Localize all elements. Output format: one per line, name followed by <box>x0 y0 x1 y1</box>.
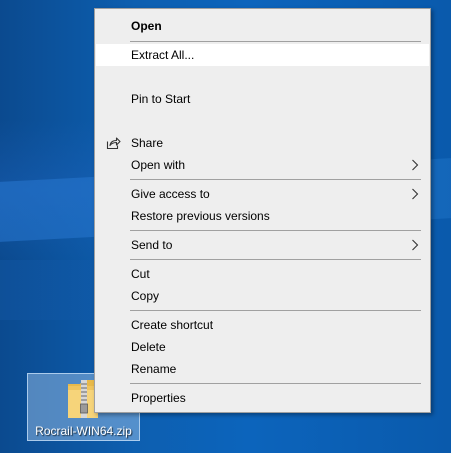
menu-item-label: Send to <box>131 238 173 252</box>
menu-item-properties[interactable]: Properties <box>96 387 429 409</box>
menu-item-give-access-to[interactable]: Give access to <box>96 183 429 205</box>
menu-item-open[interactable]: Open <box>96 15 429 37</box>
menu-item-create-shortcut[interactable]: Create shortcut <box>96 314 429 336</box>
menu-item-send-to[interactable]: Send to <box>96 234 429 256</box>
menu-separator <box>130 179 421 180</box>
menu-separator <box>130 230 421 231</box>
menu-item-label: Copy <box>131 289 160 303</box>
menu-item-label: Extract All... <box>131 48 195 62</box>
menu-item-label: Open with <box>131 158 186 172</box>
menu-item-label: Give access to <box>131 187 210 201</box>
menu-item-copy[interactable]: Copy <box>96 285 429 307</box>
menu-item-delete[interactable]: Delete <box>96 336 429 358</box>
menu-separator <box>130 41 421 42</box>
menu-separator <box>130 259 421 260</box>
menu-item-label: Pin to Start <box>131 92 191 106</box>
menu-item-label: Open <box>131 19 162 33</box>
menu-item-label: Create shortcut <box>131 318 214 332</box>
menu-item-rename[interactable]: Rename <box>96 358 429 380</box>
menu-item-label: Rename <box>131 362 177 376</box>
menu-item-label: Cut <box>131 267 150 281</box>
menu-separator <box>130 310 421 311</box>
menu-item-pin-to-start[interactable]: Pin to Start <box>96 88 429 110</box>
menu-item-extract-all[interactable]: Extract All... <box>96 44 429 66</box>
share-icon <box>106 137 121 150</box>
menu-item-label: Properties <box>131 391 186 405</box>
context-menu: Open Extract All... Pin to Start Share O… <box>94 8 431 413</box>
menu-item-cut[interactable]: Cut <box>96 263 429 285</box>
menu-item-open-with[interactable]: Open with <box>96 154 429 176</box>
menu-item-share[interactable]: Share <box>96 132 429 154</box>
chevron-right-icon <box>412 159 419 171</box>
menu-item-label: Delete <box>131 340 166 354</box>
chevron-right-icon <box>412 239 419 251</box>
menu-item-label: Restore previous versions <box>131 209 270 223</box>
menu-item-restore-previous-versions[interactable]: Restore previous versions <box>96 205 429 227</box>
chevron-right-icon <box>412 188 419 200</box>
menu-item-label: Share <box>131 136 164 150</box>
desktop-file-name: Rocrail-WIN64.zip <box>35 424 132 438</box>
menu-separator <box>130 383 421 384</box>
